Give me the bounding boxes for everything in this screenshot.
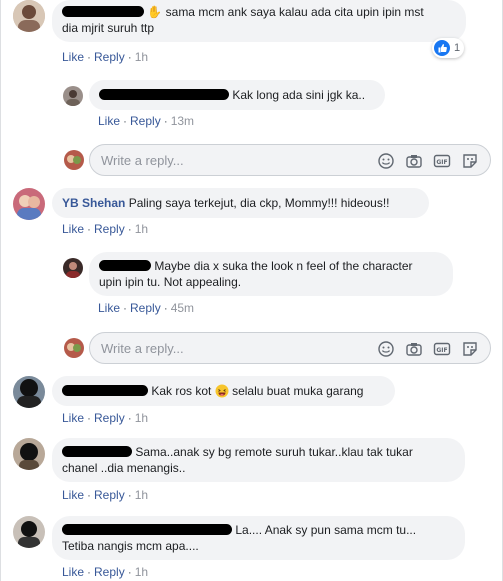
camera-icon[interactable] xyxy=(405,152,423,170)
reply-link[interactable]: Reply xyxy=(94,222,125,236)
timestamp[interactable]: 1h xyxy=(135,50,148,64)
comment-author[interactable]: YB Shehan xyxy=(62,196,125,210)
comment-text-line2: dia mjrit suruh ttp xyxy=(62,21,155,35)
comment-bubble: Sama..anak sy bg remote suruh tukar..kla… xyxy=(52,438,465,482)
like-link[interactable]: Like xyxy=(62,411,84,425)
reply-link[interactable]: Reply xyxy=(130,301,161,315)
svg-text:GIF: GIF xyxy=(436,347,447,354)
redacted-author-name[interactable] xyxy=(99,89,229,100)
comment-actions: Like · Reply · 1h xyxy=(62,50,149,64)
comment-text-line2: Tetiba nangis mcm apa.... xyxy=(62,539,199,553)
sticker-icon[interactable] xyxy=(461,340,479,358)
emoji-icon[interactable] xyxy=(377,340,395,358)
like-link[interactable]: Like xyxy=(98,114,120,128)
like-link[interactable]: Like xyxy=(62,565,84,579)
camera-icon[interactable] xyxy=(405,340,423,358)
timestamp[interactable]: 1h xyxy=(135,565,148,579)
reply-link[interactable]: Reply xyxy=(130,114,161,128)
reaction-count-pill[interactable]: 1 xyxy=(432,38,464,58)
comment-text: Paling saya terkejut, dia ckp, Mommy!!! … xyxy=(128,196,390,210)
reply-placeholder: Write a reply... xyxy=(101,153,184,168)
avatar[interactable] xyxy=(63,258,83,278)
wave-hand-icon: ✋ xyxy=(147,5,163,19)
like-link[interactable]: Like xyxy=(62,50,84,64)
comment-text: Kak ros kot xyxy=(151,384,212,398)
redacted-author-name[interactable] xyxy=(62,446,132,457)
avatar[interactable] xyxy=(13,376,45,408)
timestamp[interactable]: 1h xyxy=(135,222,148,236)
timestamp[interactable]: 13m xyxy=(171,114,194,128)
comment-text: sama mcm ank saya kalau ada cita upin ip… xyxy=(165,5,424,19)
reply-input[interactable]: Write a reply... GIF xyxy=(89,144,491,176)
sticker-icon[interactable] xyxy=(461,152,479,170)
like-link[interactable]: Like xyxy=(62,222,84,236)
redacted-author-name[interactable] xyxy=(62,6,144,17)
redacted-author-name[interactable] xyxy=(62,385,148,396)
comment-text-continued: selalu buat muka garang xyxy=(232,384,364,398)
avatar[interactable] xyxy=(13,188,45,220)
avatar[interactable] xyxy=(63,86,83,106)
reply-link[interactable]: Reply xyxy=(94,411,125,425)
comment-text: Kak long ada sini jgk ka.. xyxy=(232,88,366,102)
comment-bubble: Kak long ada sini jgk ka.. xyxy=(89,80,385,110)
comment-text: Sama..anak sy bg remote suruh tukar..kla… xyxy=(135,445,413,459)
comment-text: La.... Anak sy pun sama mcm tu... xyxy=(235,523,417,537)
avatar[interactable] xyxy=(13,516,45,548)
comment-actions: Like · Reply · 13m xyxy=(98,114,195,128)
timestamp[interactable]: 1h xyxy=(135,488,148,502)
comment-bubble: Kak ros kot selalu buat muka garang xyxy=(52,376,395,406)
redacted-author-name[interactable] xyxy=(62,524,232,535)
like-link[interactable]: Like xyxy=(98,301,120,315)
comment-actions: Like · Reply · 1h xyxy=(62,488,149,502)
reply-link[interactable]: Reply xyxy=(94,488,125,502)
comment-text: Maybe dia x suka the look n feel of the … xyxy=(154,259,413,273)
avatar[interactable] xyxy=(13,438,45,470)
redacted-author-name[interactable] xyxy=(99,260,151,271)
like-link[interactable]: Like xyxy=(62,488,84,502)
comment-bubble: La.... Anak sy pun sama mcm tu... Tetiba… xyxy=(52,516,465,560)
emoji-icon[interactable] xyxy=(377,152,395,170)
current-user-avatar xyxy=(64,150,84,170)
gif-icon[interactable]: GIF xyxy=(433,152,451,170)
comment-actions: Like · Reply · 1h xyxy=(62,565,149,579)
comment-actions: Like · Reply · 45m xyxy=(98,301,195,315)
timestamp[interactable]: 45m xyxy=(171,301,194,315)
current-user-avatar xyxy=(64,338,84,358)
reply-input[interactable]: Write a reply... GIF xyxy=(89,332,491,364)
like-thumb-icon xyxy=(434,40,450,56)
comment-actions: Like · Reply · 1h xyxy=(62,222,149,236)
comment-text-line2: upin ipin tu. Not appealing. xyxy=(99,275,242,289)
svg-text:GIF: GIF xyxy=(436,159,447,166)
reaction-count: 1 xyxy=(454,42,461,54)
reply-link[interactable]: Reply xyxy=(94,565,125,579)
gif-icon[interactable]: GIF xyxy=(433,340,451,358)
reply-link[interactable]: Reply xyxy=(94,50,125,64)
avatar[interactable] xyxy=(13,0,45,32)
comment-bubble: Maybe dia x suka the look n feel of the … xyxy=(89,252,453,296)
reply-placeholder: Write a reply... xyxy=(101,341,184,356)
comment-actions: Like · Reply · 1h xyxy=(62,411,149,425)
comment-text-line2: chanel ..dia menangis.. xyxy=(62,461,186,475)
laughing-emoji-icon xyxy=(215,384,229,398)
comment-bubble: YB Shehan Paling saya terkejut, dia ckp,… xyxy=(52,188,429,218)
timestamp[interactable]: 1h xyxy=(135,411,148,425)
comment-bubble: ✋ sama mcm ank saya kalau ada cita upin … xyxy=(52,0,466,42)
